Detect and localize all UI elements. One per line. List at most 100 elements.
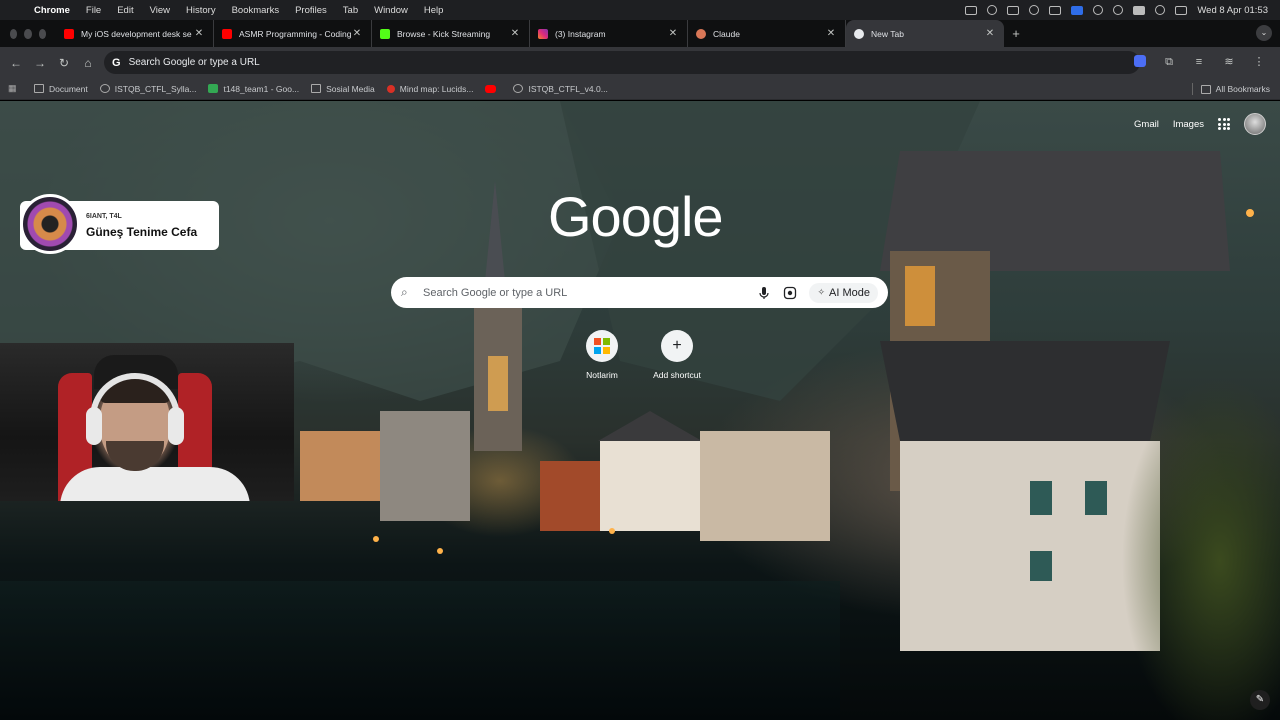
translate-extension-icon[interactable] bbox=[1134, 55, 1146, 67]
bookmark-label: Document bbox=[49, 83, 88, 94]
ntp-top-links: Gmail Images bbox=[1134, 113, 1266, 135]
person-shirt bbox=[60, 467, 250, 501]
shortcut-notlarim[interactable]: Notlarim bbox=[562, 330, 642, 380]
close-tab-icon[interactable]: ✕ bbox=[509, 28, 521, 39]
tab-search-icon[interactable]: ⌄ bbox=[1256, 25, 1272, 41]
menu-edit[interactable]: Edit bbox=[117, 5, 133, 16]
customize-chrome-icon[interactable]: ≋ bbox=[1222, 55, 1236, 69]
tab-new-tab[interactable]: New Tab ✕ bbox=[846, 20, 1004, 47]
pen-icon[interactable] bbox=[965, 5, 978, 15]
new-tab-button[interactable]: + bbox=[1004, 20, 1028, 47]
tab-title: Claude bbox=[713, 28, 740, 39]
menubar-clock[interactable]: Wed 8 Apr 01:53 bbox=[1197, 5, 1268, 16]
apps-grid-icon[interactable]: ▦ bbox=[8, 83, 20, 94]
close-tab-icon[interactable]: ✕ bbox=[351, 28, 363, 39]
images-link[interactable]: Images bbox=[1173, 119, 1204, 130]
tab-instagram[interactable]: (3) Instagram ✕ bbox=[530, 20, 688, 47]
foliage bbox=[1020, 301, 1280, 720]
browser-toolbar: ← → ↻ ⌂ G Search Google or type a URL ⧉ … bbox=[0, 47, 1280, 78]
menu-icon[interactable]: ⋮ bbox=[1252, 55, 1266, 69]
menu-history[interactable]: History bbox=[186, 5, 216, 16]
headphones-cup bbox=[168, 407, 184, 445]
sync-icon[interactable] bbox=[1029, 5, 1040, 15]
webcam-overlay bbox=[0, 343, 294, 501]
reading-list-icon[interactable]: ≡ bbox=[1192, 55, 1206, 69]
bookmark-mind-map[interactable]: Mind map: Lucids... bbox=[386, 83, 474, 94]
chrome-icon bbox=[854, 28, 864, 39]
tab-title: My iOS development desk se bbox=[81, 28, 192, 39]
microphone-icon[interactable] bbox=[757, 286, 771, 300]
close-tab-icon[interactable]: ✕ bbox=[667, 28, 679, 39]
shortcut-tile: + bbox=[661, 330, 693, 362]
extensions-icon[interactable]: ⧉ bbox=[1162, 55, 1176, 69]
timer-icon[interactable] bbox=[987, 5, 998, 15]
bookmark-label: Mind map: Lucids... bbox=[399, 83, 474, 94]
youtube-icon bbox=[222, 28, 232, 39]
customize-pencil-icon[interactable]: ✎ bbox=[1250, 690, 1270, 710]
menu-help[interactable]: Help bbox=[424, 5, 444, 16]
omnibox[interactable]: G Search Google or type a URL bbox=[104, 51, 1140, 74]
display-icon[interactable] bbox=[1007, 5, 1020, 15]
shortcut-label: Notlarim bbox=[586, 370, 618, 380]
search-icon[interactable] bbox=[1155, 5, 1166, 15]
menu-app-name[interactable]: Chrome bbox=[34, 5, 70, 16]
profile-avatar[interactable] bbox=[1244, 113, 1266, 135]
tab-strip: My iOS development desk se ✕ ASMR Progra… bbox=[0, 20, 1280, 47]
all-bookmarks[interactable]: All Bookmarks bbox=[1191, 78, 1270, 100]
plus-icon: + bbox=[672, 337, 682, 354]
globe-icon bbox=[99, 84, 110, 93]
tab-title: ASMR Programming - Coding bbox=[239, 28, 351, 39]
menu-tab[interactable]: Tab bbox=[343, 5, 358, 16]
close-window-icon[interactable] bbox=[10, 28, 18, 39]
google-apps-icon[interactable] bbox=[1218, 118, 1230, 130]
ntp-search-box[interactable]: ⌕ Search Google or type a URL ✧ AI Mode bbox=[391, 277, 888, 308]
youtube-icon bbox=[64, 28, 74, 39]
zoom-window-icon[interactable] bbox=[38, 28, 46, 39]
folder-icon bbox=[1200, 84, 1211, 94]
close-tab-icon[interactable]: ✕ bbox=[825, 28, 837, 39]
gmail-link[interactable]: Gmail bbox=[1134, 119, 1159, 130]
close-tab-icon[interactable]: ✕ bbox=[984, 28, 996, 39]
back-icon[interactable]: ← bbox=[4, 56, 28, 70]
bookmark-document[interactable]: Document bbox=[34, 84, 88, 94]
menu-bookmarks[interactable]: Bookmarks bbox=[232, 5, 280, 16]
all-bookmarks-label: All Bookmarks bbox=[1215, 84, 1270, 94]
menu-file[interactable]: File bbox=[86, 5, 101, 16]
home-icon[interactable]: ⌂ bbox=[76, 56, 100, 70]
bookmark-youtube[interactable] bbox=[485, 84, 501, 93]
forward-icon[interactable]: → bbox=[28, 56, 52, 70]
sparkle-search-icon: ✧ bbox=[817, 287, 826, 297]
google-logo: Google bbox=[548, 185, 724, 248]
menu-profiles[interactable]: Profiles bbox=[295, 5, 327, 16]
tab-title: (3) Instagram bbox=[555, 28, 606, 39]
macos-menubar: Chrome File Edit View History Bookmarks … bbox=[0, 0, 1280, 20]
bookmark-t148-team1[interactable]: t148_team1 - Goo... bbox=[208, 84, 299, 94]
omnibox-placeholder: Search Google or type a URL bbox=[128, 57, 260, 68]
bookmark-istqb-ctfl-v4[interactable]: ISTQB_CTFL_v4.0... bbox=[513, 84, 608, 94]
now-playing-artist: 6IANT, T4L bbox=[86, 213, 122, 220]
bookmark-sosial-media[interactable]: Sosial Media bbox=[311, 84, 375, 94]
menu-view[interactable]: View bbox=[150, 5, 170, 16]
shortcut-tile bbox=[586, 330, 618, 362]
lucid-icon bbox=[386, 84, 395, 93]
search-icon: ⌕ bbox=[401, 285, 408, 299]
control-center-icon[interactable] bbox=[1175, 5, 1188, 15]
menu-window[interactable]: Window bbox=[374, 5, 408, 16]
reload-icon[interactable]: ↻ bbox=[52, 56, 76, 70]
toolbar-actions: ⧉ ≡ ≋ ⋮ bbox=[1134, 55, 1266, 69]
tab-kick-streaming[interactable]: Browse - Kick Streaming ✕ bbox=[372, 20, 530, 47]
close-tab-icon[interactable]: ✕ bbox=[193, 28, 205, 39]
window-icon[interactable] bbox=[1049, 5, 1062, 15]
minimize-window-icon[interactable] bbox=[24, 28, 32, 39]
play-icon[interactable] bbox=[1093, 5, 1104, 15]
google-lens-icon[interactable] bbox=[783, 286, 797, 300]
facetime-icon[interactable] bbox=[1071, 5, 1084, 15]
tab-ios-development[interactable]: My iOS development desk se ✕ bbox=[56, 20, 214, 47]
bookmark-istqb-syllabus[interactable]: ISTQB_CTFL_Sylla... bbox=[99, 84, 196, 94]
add-shortcut-button[interactable]: + Add shortcut bbox=[637, 330, 717, 380]
wifi-icon[interactable] bbox=[1113, 5, 1124, 15]
battery-icon[interactable] bbox=[1133, 5, 1146, 15]
tab-asmr-programming[interactable]: ASMR Programming - Coding ✕ bbox=[214, 20, 372, 47]
ai-mode-button[interactable]: ✧ AI Mode bbox=[809, 282, 878, 303]
tab-claude[interactable]: Claude ✕ bbox=[688, 20, 846, 47]
